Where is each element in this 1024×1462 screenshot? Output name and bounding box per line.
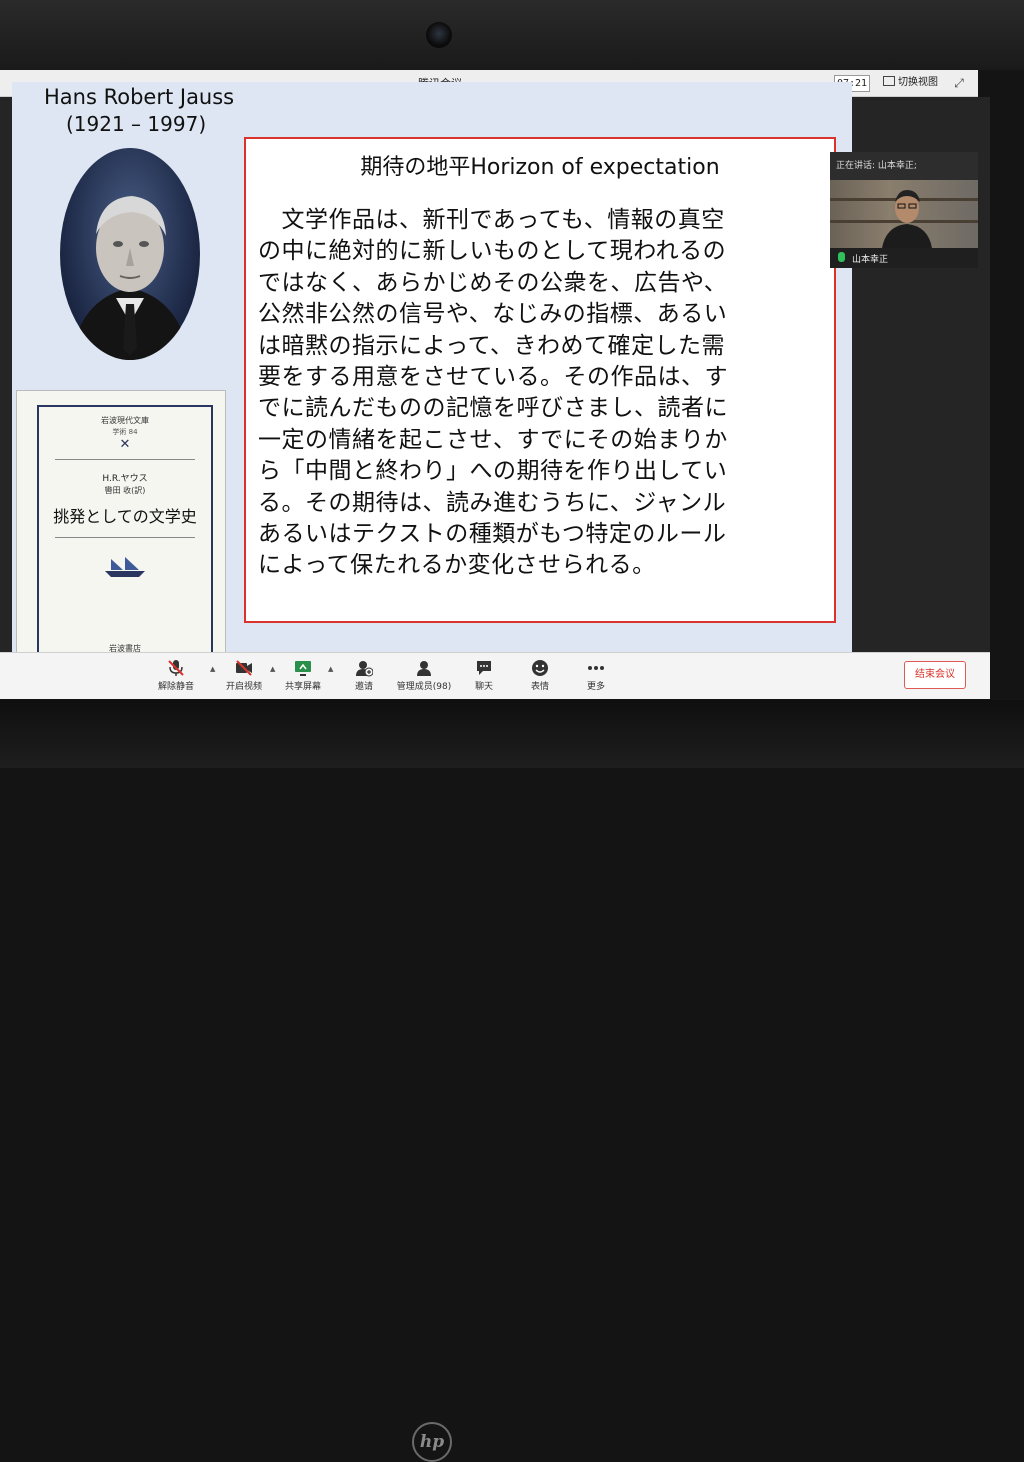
laptop-bezel-bottom: hp [0,700,1024,1462]
grid-view-icon [883,76,895,86]
mic-on-icon [838,252,845,262]
participant-name: 山本幸正 [852,255,889,265]
quote-line: によって保たれるか変化させられる。 [258,552,656,579]
share-screen-icon [295,661,311,676]
hp-logo: hp [412,1422,452,1462]
ship-logo-icon [105,557,145,577]
webcam-lens [426,22,452,48]
unmute-button[interactable]: 解除静音 [150,653,202,699]
more-button[interactable]: 更多 [576,653,616,699]
quote-line: 要をする用意をさせている。その作品は、す [258,364,728,391]
invite-label: 邀请 [354,682,373,692]
start-video-label: 开启视频 [225,682,262,692]
invite-button[interactable]: 邀请 [340,653,388,699]
add-person-icon [356,661,373,677]
book-translator: 轡田 收(訳) [104,486,146,495]
fullscreen-icon[interactable]: ⤢ [952,76,966,90]
shared-slide: Hans Robert Jauss (1921 – 1997) 岩波現代文庫 学… [12,82,852,652]
book-divider [55,459,195,460]
manage-members-label: 管理成员(98) [396,682,452,692]
participant-video-tile[interactable]: 正在讲话: 山本幸正; 山本幸正 [830,152,978,268]
portrait-illustration [70,196,190,360]
share-screen-label: 共享屏幕 [284,682,321,692]
smiley-icon [532,660,548,676]
members-icon [417,661,431,676]
author-name: Hans Robert Jauss [44,85,235,109]
switch-view-button[interactable]: 切换视图 [883,75,938,90]
book-author: H.R.ヤウス [102,474,148,484]
quote-line: 文学作品は、新刊であっても、情報の真空 [258,207,725,233]
manage-members-button[interactable]: 管理成员(98) [392,653,456,699]
chat-bubble-icon [477,661,491,675]
quote-body: 文学作品は、新刊であっても、情報の真空 の中に絶対的に新しいものとして現われるの… [258,205,824,582]
quote-line: ではなく、あらかじめその公衆を、広告や、 [258,269,728,296]
quote-line: 一定の情緒を起こさせ、すでにその始まりか [258,426,728,453]
unmute-label: 解除静音 [157,682,194,692]
quote-line: は暗黙の指示によって、きわめて確定した需 [258,332,726,359]
quote-line: る。その期待は、読み進むうちに、ジャンル [258,489,727,516]
mic-muted-icon [168,660,184,676]
quote-line: あるいはテクストの種類がもつ特定のルール [258,521,727,548]
audio-options-caret-icon[interactable]: ▲ [210,665,215,673]
book-publisher: 岩波書店 [109,644,141,652]
end-meeting-button[interactable]: 结束会议 [904,661,966,689]
book-cover-frame: 岩波現代文庫 学術 84 ✕ H.R.ヤウス 轡田 收(訳) 挑発としての文学史… [37,405,213,652]
participant-avatar [882,190,932,248]
more-label: 更多 [586,682,605,692]
author-years: (1921 – 1997) [66,112,207,136]
quote-line: 公然非公然の信号や、なじみの指標、あるい [258,301,728,328]
video-options-caret-icon[interactable]: ▲ [270,665,275,673]
meeting-toolbar: 解除静音 ▲ 开启视频 ▲ 共享屏幕 ▲ 邀请 管理成员(98) 聊天 表情 更… [0,652,990,699]
laptop-bezel-top [0,0,1024,70]
book-cover: 岩波現代文庫 学術 84 ✕ H.R.ヤウス 轡田 收(訳) 挑発としての文学史… [16,390,226,652]
switch-view-label: 切换视图 [898,77,938,88]
quote-line: でに読んだものの記憶を呼びさまし、読者に [258,395,728,422]
chat-button[interactable]: 聊天 [464,653,504,699]
video-off-icon [236,660,252,676]
reactions-label: 表情 [530,682,549,692]
chat-label: 聊天 [474,682,493,692]
book-title: 挑発としての文学史 [53,507,197,526]
quote-box: 期待の地平Horizon of expectation 文学作品は、新刊であって… [244,137,836,623]
quote-line: ら「中間と終わり」への期待を作り出してい [258,458,728,485]
book-number: 学術 84 [112,428,138,436]
book-emblem: ✕ [119,437,131,452]
camera-feed [830,180,978,248]
quote-line: の中に絶対的に新しいものとして現われるの [258,238,727,265]
video-tile-footer: 山本幸正 [830,248,978,268]
book-divider [55,537,195,538]
share-options-caret-icon[interactable]: ▲ [328,665,333,673]
speaking-indicator: 正在讲话: 山本幸正; [836,161,917,171]
start-video-button[interactable]: 开启视频 [218,653,270,699]
reactions-button[interactable]: 表情 [520,653,560,699]
quote-heading: 期待の地平Horizon of expectation [360,155,720,180]
share-screen-button[interactable]: 共享屏幕 [278,653,328,699]
author-portrait [60,148,200,360]
more-dots-icon [588,666,604,670]
book-series: 岩波現代文庫 [101,416,149,425]
